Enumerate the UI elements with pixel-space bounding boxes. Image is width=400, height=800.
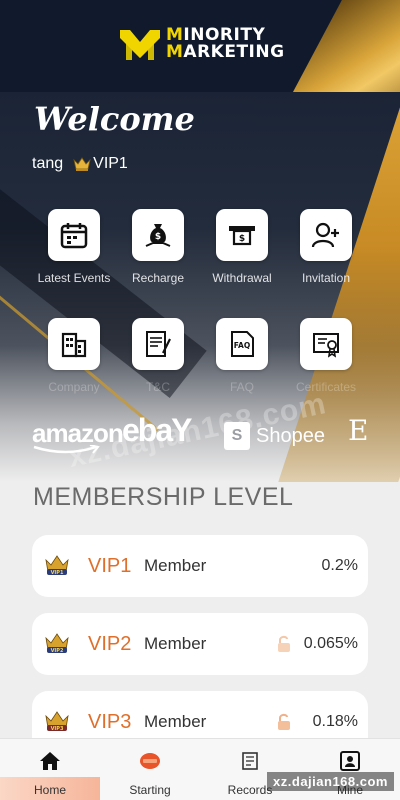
action-latest-events[interactable]: Latest Events (32, 209, 116, 285)
brand-etsy: E (348, 414, 369, 447)
svg-text:$: $ (155, 232, 161, 242)
vip1-crown-icon: VIP1 (45, 555, 69, 576)
action-certificates-box (300, 318, 352, 370)
app-header: MINORITY MARKETING (0, 0, 400, 92)
logo-mark-icon (120, 30, 160, 60)
corner-watermark: xz.dajian168.com (267, 772, 394, 791)
svg-text:VIP1: VIP1 (51, 570, 64, 576)
membership-title: MEMBERSHIP LEVEL (33, 483, 294, 511)
header-gold-stripe (267, 0, 400, 92)
action-invitation-label: Invitation (301, 271, 351, 285)
level-rate: 0.18% (312, 713, 358, 730)
action-terms-label: T&C (146, 380, 170, 394)
svg-text:$: $ (239, 234, 245, 244)
profile-card-icon (340, 751, 360, 771)
logo-line2-accent: M (166, 42, 184, 62)
action-invitation-box (300, 209, 352, 261)
home-icon (40, 752, 60, 770)
add-user-icon (311, 222, 339, 248)
vip-badge: VIP1 (73, 155, 128, 173)
level-name: VIP3 (88, 710, 132, 733)
vip3-crown-icon: VIP3 (45, 711, 69, 732)
scroll-icon (242, 752, 258, 770)
level-name: VIP1 (88, 554, 132, 577)
level-member-label: Member (144, 712, 207, 731)
crown-icon (73, 157, 91, 171)
action-terms[interactable]: T&C (116, 318, 200, 394)
document-icon (146, 331, 171, 357)
logo-line2: ARKETING (183, 42, 285, 62)
action-company[interactable]: Company (32, 318, 116, 394)
user-info: tang VIP1 (32, 155, 128, 173)
building-icon (61, 332, 87, 358)
svg-text:FAQ: FAQ (234, 341, 250, 350)
nav-records-label: Records (227, 783, 273, 797)
action-latest-events-box (48, 209, 100, 261)
withdraw-icon: $ (229, 226, 255, 246)
level-card-vip2[interactable]: VIP2 VIP2 Member 0.065% (32, 613, 368, 675)
username: tang (32, 155, 64, 172)
action-company-label: Company (48, 380, 100, 394)
action-withdrawal[interactable]: $ Withdrawal (200, 209, 284, 285)
vip2-crown-icon: VIP2 (45, 633, 69, 654)
action-invitation[interactable]: Invitation (284, 209, 368, 285)
action-recharge-label: Recharge (131, 271, 185, 285)
nav-starting-label: Starting (129, 783, 171, 797)
nav-starting[interactable]: Starting (100, 739, 200, 800)
action-latest-events-label: Latest Events (37, 271, 111, 285)
unlock-icon (278, 635, 290, 652)
action-recharge-box: $ (132, 209, 184, 261)
level-rate: 0.2% (321, 557, 358, 574)
action-terms-box (132, 318, 184, 370)
action-company-box (48, 318, 100, 370)
level-member-label: Member (144, 556, 207, 575)
vip-level-label: VIP1 (93, 155, 128, 172)
level-name: VIP2 (88, 632, 132, 655)
action-faq[interactable]: FAQ FAQ (200, 318, 284, 394)
level-member-label: Member (144, 634, 207, 653)
money-bag-icon: $ (145, 224, 171, 247)
logo-wordmark: MINORITY MARKETING (166, 27, 285, 61)
nav-home[interactable]: Home (0, 739, 100, 800)
action-recharge[interactable]: $ Recharge (116, 209, 200, 285)
welcome-heading: Welcome (34, 100, 195, 138)
unlock-icon (278, 713, 290, 730)
calendar-icon (60, 223, 88, 249)
certificate-icon (313, 333, 339, 358)
faq-icon: FAQ (231, 331, 254, 357)
svg-text:VIP2: VIP2 (51, 648, 64, 654)
svg-text:VIP3: VIP3 (51, 726, 64, 732)
level-card-vip1[interactable]: VIP1 VIP1 Member 0.2% (32, 535, 368, 597)
level-rate: 0.065% (303, 635, 358, 652)
brand-logo: MINORITY MARKETING (118, 22, 285, 66)
action-faq-label: FAQ (229, 380, 254, 394)
action-certificates[interactable]: Certificates (284, 318, 368, 394)
nav-home-label: Home (33, 783, 66, 797)
action-withdrawal-box: $ (216, 209, 268, 261)
action-withdrawal-label: Withdrawal (212, 271, 272, 285)
action-faq-box: FAQ (216, 318, 268, 370)
start-badge-icon (140, 753, 160, 769)
